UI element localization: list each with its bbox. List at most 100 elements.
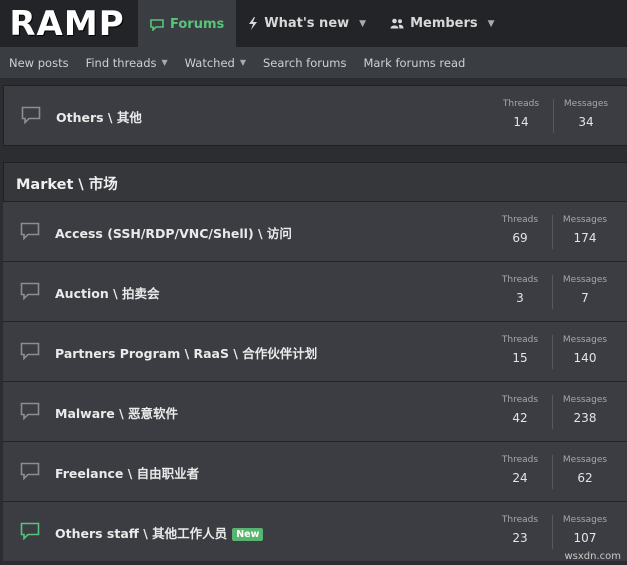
messages-count: 62: [577, 471, 593, 485]
forum-title[interactable]: Auction \ 拍卖会: [55, 283, 160, 302]
new-posts-label: New posts: [9, 55, 69, 70]
threads-count: 69: [512, 231, 528, 245]
threads-label: Threads: [501, 455, 539, 465]
threads-stat: Threads 3: [490, 275, 550, 305]
forum-title-text: Partners Program \ RaaS \ 合作伙伴计划: [55, 346, 318, 361]
forum-title[interactable]: Partners Program \ RaaS \ 合作伙伴计划: [55, 343, 317, 362]
threads-stat: Threads 24: [490, 455, 550, 485]
stat-divider: [552, 275, 553, 309]
threads-count: 14: [513, 115, 529, 129]
stat-divider: [552, 455, 553, 489]
forum-icon: [20, 462, 40, 480]
sub-navigation-bar: New posts Find threads ▼ Watched ▼ Search …: [0, 47, 627, 78]
forum-row[interactable]: Others staff \ 其他工作人员 New Threads 23 Message…: [3, 501, 627, 561]
threads-count: 24: [512, 471, 528, 485]
forum-row[interactable]: Malware \ 恶意软件 Threads 42 Messages 238: [3, 381, 627, 441]
tab-whats-new[interactable]: What's new ▼: [236, 0, 378, 47]
search-forums-label: Search forums: [262, 55, 347, 70]
messages-count: 34: [578, 115, 594, 129]
messages-stat: Messages 238: [555, 395, 615, 425]
forum-row[interactable]: Partners Program \ RaaS \ 合作伙伴计划 Threads 1…: [3, 321, 627, 381]
forum-title[interactable]: Malware \ 恶意软件: [55, 403, 178, 422]
forum-title[interactable]: Freelance \ 自由职业者: [55, 463, 199, 482]
forum-title-text: Access (SSH/RDP/VNC/Shell) \ 访问: [55, 226, 292, 241]
messages-label: Messages: [562, 515, 608, 525]
stat-divider: [553, 99, 554, 133]
forum-title[interactable]: Access (SSH/RDP/VNC/Shell) \ 访问: [55, 223, 292, 242]
threads-count: 42: [512, 411, 528, 425]
chevron-down-icon: ▼: [487, 18, 495, 29]
find-threads-label: Find threads: [85, 55, 157, 70]
mark-forums-read-link[interactable]: Mark forums read: [354, 56, 473, 70]
new-badge: New: [232, 528, 264, 541]
forum-icon: [20, 282, 40, 300]
new-posts-link[interactable]: New posts: [0, 56, 77, 70]
forum-title-text: Auction \ 拍卖会: [55, 286, 160, 301]
chevron-down-icon: ▼: [161, 58, 168, 67]
messages-label: Messages: [562, 455, 608, 465]
forum-row[interactable]: Access (SSH/RDP/VNC/Shell) \ 访问 Threads 69…: [3, 201, 627, 261]
watched-label: Watched: [184, 55, 235, 70]
forum-title-text: Others \ 其他: [56, 110, 142, 125]
threads-count: 23: [512, 531, 528, 545]
messages-stat: Messages 107: [555, 515, 615, 545]
tab-forums[interactable]: Forums: [138, 0, 237, 47]
messages-stat: Messages 140: [555, 335, 615, 365]
forum-row[interactable]: Auction \ 拍卖会 Threads 3 Messages 7: [3, 261, 627, 321]
threads-label: Threads: [501, 395, 539, 405]
forum-icon: [20, 342, 40, 360]
forum-title[interactable]: Others \ 其他: [56, 107, 142, 126]
threads-label: Threads: [501, 275, 539, 285]
forum-title-text: Freelance \ 自由职业者: [55, 466, 200, 481]
find-threads-menu[interactable]: Find threads ▼: [77, 56, 176, 70]
messages-count: 7: [581, 291, 589, 305]
forum-icon: [20, 522, 40, 540]
forum-row-others[interactable]: Others \ 其他 Threads 14 Messages 34: [3, 85, 627, 146]
messages-stat: Messages 174: [555, 215, 615, 245]
stat-divider: [552, 395, 553, 429]
tab-forums-label: Forums: [170, 17, 225, 32]
category-title: Market \ 市场: [16, 177, 118, 193]
forum-title-text: Others staff \ 其他工作人员: [55, 526, 228, 541]
messages-label: Messages: [562, 335, 608, 345]
site-logo[interactable]: RAMP: [0, 0, 134, 47]
messages-stat: Messages 7: [555, 275, 615, 305]
category-header-market[interactable]: Market \ 市场: [3, 162, 627, 203]
messages-label: Messages: [562, 275, 608, 285]
threads-label: Threads: [501, 335, 539, 345]
threads-stat: Threads 14: [491, 99, 551, 129]
tab-members-label: Members: [410, 16, 478, 31]
threads-count: 15: [512, 351, 528, 365]
watched-menu[interactable]: Watched ▼: [176, 56, 254, 70]
messages-label: Messages: [562, 395, 608, 405]
forum-title-text: Malware \ 恶意软件: [55, 406, 179, 421]
messages-stat: Messages 62: [555, 455, 615, 485]
forum-row[interactable]: Freelance \ 自由职业者 Threads 24 Messages 62: [3, 441, 627, 501]
messages-count: 107: [573, 531, 597, 545]
stat-divider: [552, 515, 553, 549]
forum-icon: [20, 222, 40, 240]
messages-count: 174: [573, 231, 597, 245]
top-navigation-bar: RAMP Forums What's new ▼ Members ▼: [0, 0, 627, 47]
chevron-down-icon: ▼: [239, 58, 246, 67]
threads-stat: Threads 42: [490, 395, 550, 425]
tab-whats-new-label: What's new: [264, 16, 350, 31]
threads-stat: Threads 69: [490, 215, 550, 245]
chevron-down-icon: ▼: [359, 18, 367, 29]
lightning-icon: [249, 17, 258, 30]
forum-icon: [20, 402, 40, 420]
threads-label: Threads: [501, 515, 539, 525]
threads-count: 3: [516, 291, 524, 305]
messages-stat: Messages 34: [556, 99, 616, 129]
search-forums-link[interactable]: Search forums: [254, 56, 354, 70]
threads-stat: Threads 23: [490, 515, 550, 545]
messages-count: 238: [573, 411, 597, 425]
forum-title[interactable]: Others staff \ 其他工作人员 New: [55, 523, 264, 542]
threads-label: Threads: [502, 99, 540, 109]
messages-label: Messages: [563, 99, 609, 109]
mark-forums-read-label: Mark forums read: [363, 55, 466, 70]
stat-divider: [552, 215, 553, 249]
threads-stat: Threads 15: [490, 335, 550, 365]
tab-members[interactable]: Members ▼: [378, 0, 507, 47]
forum-icon: [21, 106, 41, 124]
